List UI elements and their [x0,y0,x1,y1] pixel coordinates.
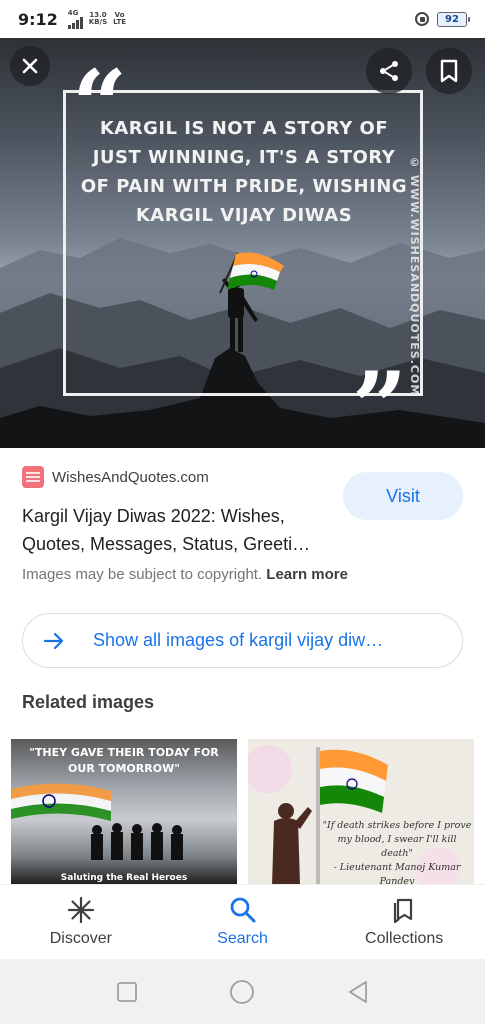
rotation-lock-icon [415,12,429,26]
related-thumb-text: "THEY GAVE THEIR TODAY FOR OUR TOMORROW" [29,746,219,775]
hero-image[interactable]: “ ” KARGIL IS NOT A STORY OF JUST WINNIN… [0,38,485,448]
recents-icon[interactable] [116,981,138,1003]
bookmark-icon [440,59,458,83]
home-icon[interactable] [229,979,255,1005]
close-quote-mark: ” [352,351,408,449]
hero-quote-line: JUST WINNING, IT'S A STORY [92,147,396,168]
save-button[interactable] [426,48,472,94]
show-all-label: Show all images of kargil vijay diw… [93,630,384,650]
speed-unit: KB/S [88,18,108,26]
back-icon[interactable] [347,980,369,1004]
visit-button[interactable]: Visit [343,472,463,520]
nav-search-label: Search [217,930,268,947]
close-icon [22,58,38,74]
hero-quote-line: OF PAIN WITH PRIDE, WISHING [80,176,408,197]
signal-icon [67,16,83,29]
site-favicon-icon [22,466,44,488]
related-thumb-quote: "If death strikes before I prove my bloo… [322,819,472,885]
page-title[interactable]: Kargil Vijay Diwas 2022: Wishes, Quotes,… [22,502,332,558]
hero-quote: KARGIL IS NOT A STORY OF JUST WINNING, I… [80,114,408,230]
nav-search[interactable]: Search [162,885,324,959]
nav-discover-label: Discover [49,930,112,947]
bottom-nav: Discover Search Collections [0,884,485,959]
battery-level: 92 [445,13,459,25]
close-button[interactable] [10,46,50,86]
source-row[interactable]: WishesAndQuotes.com [22,466,209,488]
watermark: © WWW.WISHESANDQUOTES.COM [408,156,421,397]
battery-icon: 92 [437,11,470,27]
hero-quote-line: KARGIL VIJAY DIWAS [135,205,353,226]
related-images-heading: Related images [22,692,155,712]
nav-collections[interactable]: Collections [323,885,485,959]
network-indicator: 4G 13.0 KB/S Vo LTE [67,8,127,29]
collections-icon [394,898,413,924]
related-image-thumb[interactable]: "THEY GAVE THEIR TODAY FOR OUR TOMORROW"… [11,739,237,885]
share-button[interactable] [366,48,412,94]
share-icon [380,61,398,81]
volte-bottom: LTE [113,18,127,26]
network-type: 4G [67,8,79,17]
related-thumb-quote-text: "If death strikes before I prove my bloo… [322,820,472,859]
system-nav-bar [0,959,485,1024]
search-icon [230,897,255,923]
show-all-images-button[interactable]: Show all images of kargil vijay diw… [22,613,463,668]
related-thumb-caption: Saluting the Real Heroes [60,873,188,883]
nav-discover[interactable]: Discover [0,885,162,959]
hero-quote-line: KARGIL IS NOT A STORY OF [99,118,389,139]
status-bar: 9:12 4G 13.0 KB/S Vo LTE 92 [0,0,485,38]
source-name[interactable]: WishesAndQuotes.com [52,469,209,486]
learn-more-link[interactable]: Learn more [266,566,348,583]
copyright-text: Images may be subject to copyright. [22,566,263,583]
asterisk-icon [67,896,94,924]
nav-collections-label: Collections [365,930,444,947]
status-time: 9:12 [18,9,58,29]
copyright-notice: Images may be subject to copyright. Lear… [22,566,348,583]
arrow-right-icon [43,632,64,649]
related-image-thumb[interactable]: "If death strikes before I prove my bloo… [248,739,474,885]
related-thumb-attribution: - Lieutenant Manoj Kumar Pandey [333,862,461,885]
